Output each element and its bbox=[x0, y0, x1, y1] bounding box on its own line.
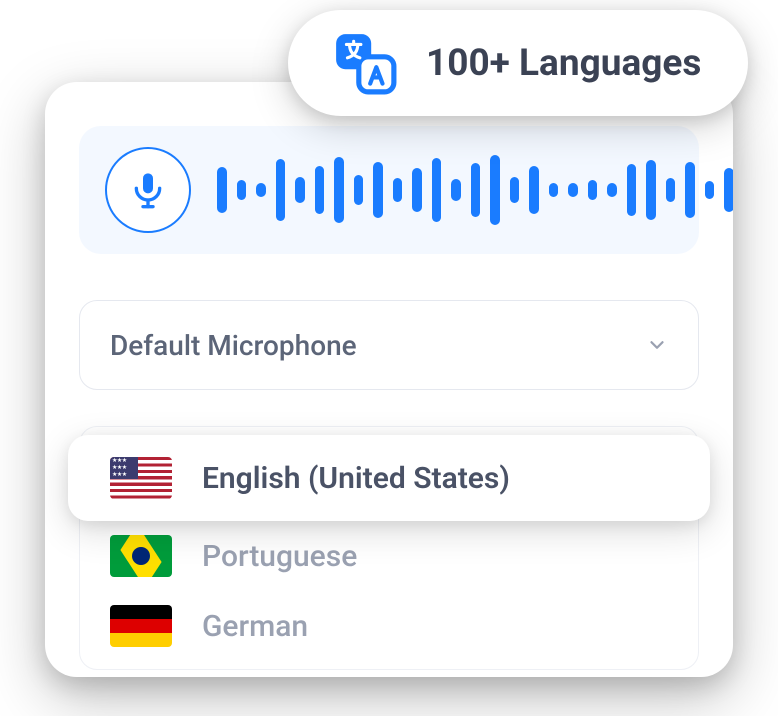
waveform-bar bbox=[685, 162, 695, 218]
waveform-bar bbox=[490, 155, 500, 225]
waveform-bar bbox=[510, 177, 520, 203]
microphone-button[interactable] bbox=[105, 147, 191, 233]
language-label: Portuguese bbox=[202, 539, 357, 574]
language-list: English (United States) Portuguese Germa… bbox=[79, 426, 699, 670]
waveform-bar bbox=[471, 163, 481, 217]
languages-badge-text: 100+ Languages bbox=[426, 42, 701, 85]
waveform-bar bbox=[393, 178, 403, 202]
microphone-icon bbox=[128, 170, 168, 210]
microphone-dropdown[interactable]: Default Microphone bbox=[79, 300, 699, 390]
waveform-bar bbox=[724, 168, 733, 212]
translate-icon bbox=[332, 30, 398, 96]
flag-us-icon bbox=[110, 457, 172, 499]
waveform-bar bbox=[276, 159, 286, 221]
waveform-display bbox=[217, 152, 733, 228]
waveform-bar bbox=[607, 183, 617, 197]
language-label: German bbox=[202, 609, 308, 644]
waveform-bar bbox=[529, 166, 539, 214]
waveform-bar bbox=[588, 180, 598, 200]
language-label: English (United States) bbox=[202, 461, 510, 496]
waveform-bar bbox=[412, 168, 422, 212]
waveform-bar bbox=[666, 178, 676, 202]
waveform-bar bbox=[549, 183, 559, 197]
waveform-bar bbox=[217, 167, 227, 213]
waveform-bar bbox=[568, 183, 578, 197]
waveform-bar bbox=[237, 180, 247, 200]
waveform-bar bbox=[432, 158, 442, 222]
waveform-bar bbox=[315, 166, 325, 214]
flag-de-icon bbox=[110, 605, 172, 647]
flag-br-icon bbox=[110, 535, 172, 577]
languages-badge: 100+ Languages bbox=[288, 10, 748, 116]
waveform-bar bbox=[256, 183, 266, 197]
language-item-english[interactable]: English (United States) bbox=[68, 435, 710, 521]
waveform-bar bbox=[646, 160, 656, 220]
audio-waveform-panel bbox=[79, 126, 699, 254]
chevron-down-icon bbox=[646, 334, 668, 356]
waveform-bar bbox=[334, 157, 344, 223]
language-item-portuguese[interactable]: Portuguese bbox=[80, 521, 698, 591]
waveform-bar bbox=[705, 181, 715, 199]
microphone-dropdown-label: Default Microphone bbox=[110, 329, 357, 362]
language-item-german[interactable]: German bbox=[80, 591, 698, 661]
waveform-bar bbox=[451, 179, 461, 201]
waveform-bar bbox=[354, 175, 364, 205]
waveform-bar bbox=[295, 177, 305, 203]
waveform-bar bbox=[373, 162, 383, 218]
waveform-bar bbox=[627, 164, 637, 216]
settings-card: Default Microphone English (United State… bbox=[45, 82, 733, 677]
